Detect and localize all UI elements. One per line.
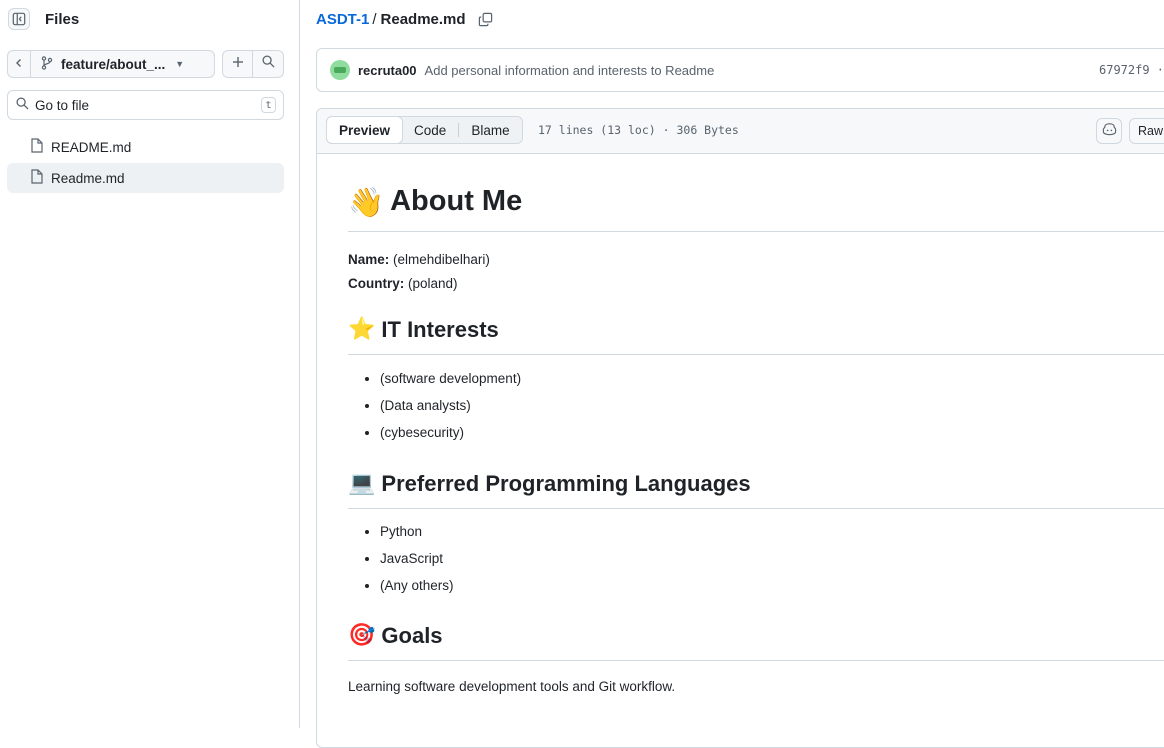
name-value: (elmehdibelhari): [393, 252, 490, 267]
file-viewer: Preview Code Blame 17 lines (13 loc) · 3…: [316, 108, 1164, 748]
laptop-icon: 💻: [348, 471, 376, 496]
list-item: Python: [380, 518, 454, 545]
go-to-file-input[interactable]: Go to file t: [7, 90, 284, 120]
list-item: JavaScript: [380, 545, 454, 572]
heading-text: Preferred Programming Languages: [381, 471, 751, 496]
list-item: (cybesecurity): [380, 419, 521, 446]
sidebar-title: Files: [45, 10, 80, 28]
heading-it-interests: ⭐ IT Interests: [348, 317, 1164, 355]
list-item: (software development): [380, 365, 521, 392]
country-value: (poland): [408, 276, 458, 291]
chevron-left-icon: [14, 55, 24, 73]
goals-text: Learning software development tools and …: [348, 679, 676, 694]
commit-sha[interactable]: 67972f9 ·: [1099, 63, 1164, 77]
triangle-down-icon: ▼: [175, 59, 185, 69]
heading-about-me: 👋 About Me: [348, 185, 1164, 232]
branch-name: feature/about_...: [61, 56, 166, 72]
search-code-button[interactable]: [253, 50, 284, 78]
name-label: Name:: [348, 252, 390, 267]
country-label: Country:: [348, 276, 405, 291]
avatar[interactable]: [330, 60, 350, 80]
branch-controls: feature/about_... ▼: [7, 50, 284, 78]
tab-preview[interactable]: Preview: [326, 116, 404, 144]
keyboard-shortcut-badge: t: [261, 97, 276, 113]
search-icon: [16, 97, 29, 113]
file-meta: 17 lines (13 loc) · 306 Bytes: [538, 123, 739, 137]
file-tree-item-label: Readme.md: [51, 170, 125, 186]
git-branch-icon: [41, 55, 53, 73]
copy-path-icon[interactable]: [478, 12, 493, 27]
file-tree-sidebar: Files feature/about_... ▼ Go to file t R…: [0, 0, 300, 728]
collapse-button[interactable]: [7, 50, 31, 78]
heading-goals: 🎯 Goals: [348, 623, 1164, 661]
sidebar-header: Files: [8, 7, 79, 31]
file-tree: README.md Readme.md: [7, 132, 284, 194]
raw-button[interactable]: Raw: [1129, 118, 1164, 144]
add-file-button[interactable]: [222, 50, 253, 78]
heading-text: Goals: [381, 623, 443, 648]
interests-list: (software development) (Data analysts) (…: [348, 365, 521, 446]
star-icon: ⭐: [348, 317, 376, 342]
languages-list: Python JavaScript (Any others): [348, 518, 454, 599]
heading-programming-languages: 💻 Preferred Programming Languages: [348, 471, 1164, 509]
breadcrumb-separator: /: [372, 10, 377, 28]
view-mode-toggle: Preview Code Blame: [326, 116, 523, 144]
waving-hand-icon: 👋: [348, 185, 385, 219]
file-icon: [30, 138, 43, 156]
file-header: Preview Code Blame 17 lines (13 loc) · 3…: [317, 109, 1164, 154]
copilot-button[interactable]: [1096, 118, 1122, 144]
breadcrumb-repo-link[interactable]: ASDT-1: [316, 11, 369, 28]
file-tree-item-label: README.md: [51, 139, 132, 155]
heading-text: IT Interests: [381, 317, 499, 342]
breadcrumb: ASDT-1 / Readme.md: [316, 8, 493, 30]
commit-message[interactable]: Add personal information and interests t…: [425, 63, 715, 78]
copilot-icon: [1102, 122, 1117, 141]
heading-text: About Me: [390, 185, 523, 217]
tab-blame[interactable]: Blame: [459, 117, 521, 143]
commit-author[interactable]: recruta00: [358, 63, 417, 78]
go-to-file-placeholder: Go to file: [35, 97, 90, 113]
breadcrumb-file-name: Readme.md: [380, 10, 466, 28]
latest-commit-bar: recruta00 Add personal information and i…: [316, 48, 1164, 92]
file-icon: [30, 169, 43, 187]
plus-icon: [232, 55, 244, 73]
list-item: (Data analysts): [380, 392, 521, 419]
branch-selector[interactable]: feature/about_... ▼: [31, 50, 215, 78]
profile-info: Name: (elmehdibelhari) Country: (poland): [348, 248, 490, 296]
file-tree-item-readme-lower[interactable]: Readme.md: [7, 163, 284, 193]
tab-code[interactable]: Code: [402, 117, 458, 143]
target-icon: 🎯: [348, 623, 376, 648]
sidebar-collapse-icon[interactable]: [8, 8, 30, 30]
search-icon: [261, 55, 275, 73]
file-tree-item-readme-upper[interactable]: README.md: [7, 132, 284, 162]
list-item: (Any others): [380, 572, 454, 599]
